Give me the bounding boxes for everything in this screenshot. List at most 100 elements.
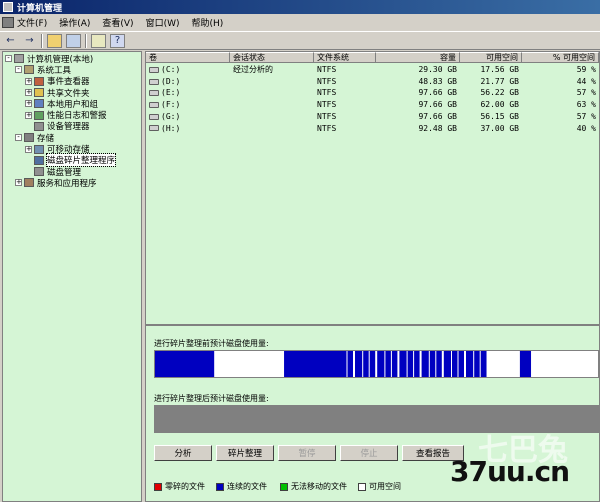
- tree-item-storage[interactable]: - 存储: [3, 132, 141, 144]
- volume-cell-text: (C:): [161, 65, 181, 74]
- forward-arrow-icon[interactable]: →: [22, 34, 37, 48]
- tree-expander-icon[interactable]: +: [25, 111, 32, 119]
- volume-cell-text: 21.77 GB: [480, 76, 519, 86]
- column-header-free-space[interactable]: 可用空间: [460, 52, 522, 63]
- tree-expander-icon[interactable]: -: [15, 134, 22, 142]
- usage-gap-stripe: [479, 351, 481, 377]
- drive-icon: [149, 66, 159, 73]
- menu-file[interactable]: 文件(F): [17, 16, 47, 29]
- pause-button[interactable]: 暂停: [278, 445, 336, 461]
- help-icon[interactable]: ?: [110, 33, 125, 48]
- shared-folder-icon: [34, 88, 44, 98]
- volume-cell-volume-name: (G:): [146, 111, 230, 123]
- column-header-session-status[interactable]: 会话状态: [230, 52, 314, 63]
- legend-fragmented: 零碎的文件: [154, 481, 205, 492]
- legend-free-space-label: 可用空间: [369, 482, 401, 491]
- volume-cell-text: 57 %: [576, 88, 596, 98]
- volume-cell-free-space: 56.15 GB: [460, 111, 522, 123]
- volume-cell-capacity: 97.66 GB: [376, 99, 460, 111]
- volume-cell-capacity: 97.66 GB: [376, 111, 460, 123]
- drive-icon: [149, 101, 159, 108]
- legend-free-space-swatch: [358, 482, 366, 491]
- tree-item-label: 设备管理器: [47, 122, 90, 133]
- tree-item-label: 性能日志和警报: [47, 111, 107, 122]
- volume-row[interactable]: (C:) 经过分析的 NTFS 29.30 GB 17.56 GB 59 %: [146, 64, 599, 76]
- tree-expander-icon[interactable]: +: [25, 100, 32, 108]
- tree-expander-icon[interactable]: +: [25, 89, 32, 97]
- volume-cell-text: 59 %: [576, 65, 596, 74]
- column-header-volume[interactable]: 卷: [146, 52, 230, 63]
- drive-icon: [149, 78, 159, 85]
- volume-row[interactable]: (D:) NTFS 48.83 GB 21.77 GB 44 %: [146, 76, 599, 88]
- volume-row[interactable]: (H:) NTFS 92.48 GB 37.00 GB 40 %: [146, 123, 599, 135]
- usage-segment-4: [519, 351, 532, 377]
- volume-cell-file-system: NTFS: [314, 123, 376, 135]
- volume-cell-percent-free: 59 %: [522, 64, 599, 76]
- volume-cell-text: (D:): [161, 76, 181, 86]
- tree-expander-icon[interactable]: +: [15, 179, 22, 187]
- toolbar: ← → ?: [0, 31, 600, 50]
- tree-item-tools[interactable]: - 系统工具: [3, 64, 141, 76]
- legend-unmovable-label: 无法移动的文件: [291, 482, 347, 491]
- usage-gap-stripe: [390, 351, 392, 377]
- tree-item-performance[interactable]: + 性能日志和警报: [3, 109, 141, 122]
- toolbar-separator: [41, 33, 43, 48]
- menu-view[interactable]: 查看(V): [102, 16, 133, 29]
- analyze-button[interactable]: 分析: [154, 445, 212, 461]
- volume-cell-text: 44 %: [576, 76, 596, 86]
- tree-item-label: 系统工具: [37, 65, 72, 76]
- usage-gap-stripe: [413, 351, 415, 377]
- up-folder-icon[interactable]: [47, 33, 62, 48]
- volume-cell-volume-name: (D:): [146, 76, 230, 88]
- volume-row[interactable]: (F:) NTFS 97.66 GB 62.00 GB 63 %: [146, 99, 599, 111]
- system-menu-icon[interactable]: [2, 17, 14, 28]
- tree-item-users[interactable]: + 本地用户和组: [3, 98, 141, 110]
- tree-item-removable-storage[interactable]: + 可移动存储: [3, 143, 141, 155]
- volume-cell-text: 48.83 GB: [418, 76, 457, 86]
- volume-cell-text: 97.66 GB: [418, 88, 457, 98]
- menu-window[interactable]: 窗口(W): [146, 16, 180, 29]
- tree-expander-icon[interactable]: -: [15, 66, 22, 74]
- volume-cell-text: 97.66 GB: [418, 100, 457, 110]
- tree-item-event-viewer[interactable]: + 事件查看器: [3, 76, 141, 87]
- tree-item-services[interactable]: + 服务和应用程序: [3, 177, 141, 189]
- back-arrow-icon[interactable]: ←: [3, 34, 18, 48]
- volume-row[interactable]: (E:) NTFS 97.66 GB 56.22 GB 57 %: [146, 87, 599, 99]
- usage-gap-stripe: [397, 351, 400, 377]
- volume-cell-capacity: 97.66 GB: [376, 87, 460, 99]
- properties-icon[interactable]: [91, 33, 106, 48]
- tree-expander-icon[interactable]: +: [25, 145, 32, 153]
- volume-cell-text: 56.15 GB: [480, 111, 519, 121]
- tree-item-label: 共享文件夹: [47, 88, 90, 99]
- volume-cell-text: 97.66 GB: [418, 111, 457, 121]
- volume-cell-free-space: 37.00 GB: [460, 123, 522, 135]
- tree-item-defrag[interactable]: 磁盘碎片整理程序: [3, 153, 141, 168]
- tree-item-disk-management[interactable]: 磁盘管理: [3, 166, 141, 178]
- volume-cell-capacity: 29.30 GB: [376, 64, 460, 76]
- tree-item-shared-folder[interactable]: + 共享文件夹: [3, 87, 141, 99]
- usage-gap-stripe: [346, 351, 348, 377]
- usage-gap-stripe: [368, 351, 370, 377]
- computer-icon: [14, 54, 24, 64]
- column-header-capacity[interactable]: 容量: [376, 52, 460, 63]
- stop-button[interactable]: 停止: [340, 445, 398, 461]
- tree-item-computer[interactable]: - 计算机管理(本地): [3, 53, 141, 65]
- show-hide-tree-icon[interactable]: [66, 33, 81, 48]
- volume-cell-session-status: [230, 76, 314, 88]
- usage-gap-stripe: [419, 351, 422, 377]
- menu-help[interactable]: 帮助(H): [192, 16, 224, 29]
- volume-row[interactable]: (G:) NTFS 97.66 GB 56.15 GB 57 %: [146, 111, 599, 123]
- usage-gap-stripe: [457, 351, 459, 377]
- storage-icon: [24, 133, 34, 143]
- tree-item-label: 磁盘管理: [47, 167, 82, 178]
- volume-list-header: 卷 会话状态 文件系统 容量 可用空间 % 可用空间: [146, 52, 599, 63]
- menu-action[interactable]: 操作(A): [59, 16, 90, 29]
- column-header-file-system[interactable]: 文件系统: [314, 52, 376, 63]
- defragment-button[interactable]: 碎片整理: [216, 445, 274, 461]
- tree-item-device-manager[interactable]: 设备管理器: [3, 121, 141, 132]
- console-tree: - 计算机管理(本地) - 系统工具 + 事件查看器 + 共享文件夹 + 本地用户和组 + 性能日志和…: [2, 51, 142, 502]
- tree-expander-icon[interactable]: -: [5, 55, 12, 63]
- column-header-percent-free[interactable]: % 可用空间: [522, 52, 599, 63]
- tree-expander-icon[interactable]: +: [25, 77, 32, 85]
- volume-cell-free-space: 62.00 GB: [460, 99, 522, 111]
